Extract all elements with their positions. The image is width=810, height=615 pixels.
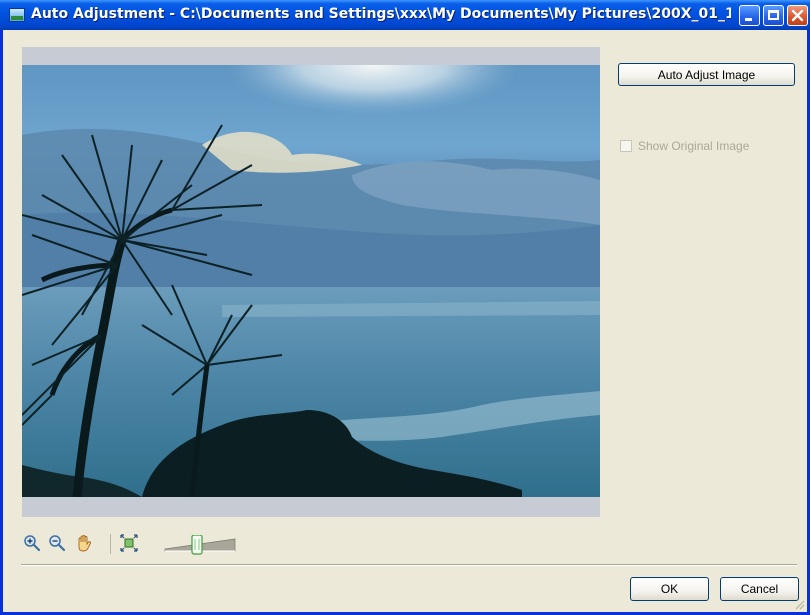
maximize-icon — [768, 10, 779, 20]
title-bar[interactable]: Auto Adjustment - C:\Documents and Setti… — [0, 0, 810, 30]
view-toolbar — [23, 530, 243, 560]
auto-adjust-image-button[interactable]: Auto Adjust Image — [618, 63, 795, 86]
toolbar-separator — [110, 534, 111, 554]
image-preview-frame — [22, 47, 600, 517]
maximize-button[interactable] — [763, 5, 784, 26]
show-original-checkbox[interactable] — [620, 140, 632, 152]
footer-divider — [21, 564, 797, 566]
close-icon — [791, 9, 804, 22]
dialog-client-area: Auto Adjust Image Show Original Image OK… — [3, 30, 807, 612]
ok-button[interactable]: OK — [630, 577, 709, 601]
cancel-button[interactable]: Cancel — [720, 577, 799, 601]
zoom-in-icon[interactable] — [23, 534, 41, 552]
seascape-photo — [22, 65, 600, 497]
hand-pan-icon[interactable] — [75, 534, 93, 552]
show-original-label: Show Original Image — [638, 139, 750, 153]
app-image-icon — [9, 8, 25, 22]
auto-adjustment-window: Auto Adjustment - C:\Documents and Setti… — [0, 0, 810, 615]
image-preview[interactable] — [22, 65, 600, 497]
resize-grip-icon[interactable] — [793, 598, 805, 610]
window-title: Auto Adjustment - C:\Documents and Setti… — [31, 6, 731, 22]
close-button[interactable] — [787, 5, 808, 26]
zoom-slider-thumb[interactable] — [191, 535, 203, 555]
zoom-slider[interactable] — [164, 535, 236, 555]
fit-to-window-icon[interactable] — [120, 534, 138, 552]
minimize-button[interactable] — [739, 5, 760, 26]
minimize-icon — [745, 18, 752, 21]
zoom-out-icon[interactable] — [48, 534, 66, 552]
